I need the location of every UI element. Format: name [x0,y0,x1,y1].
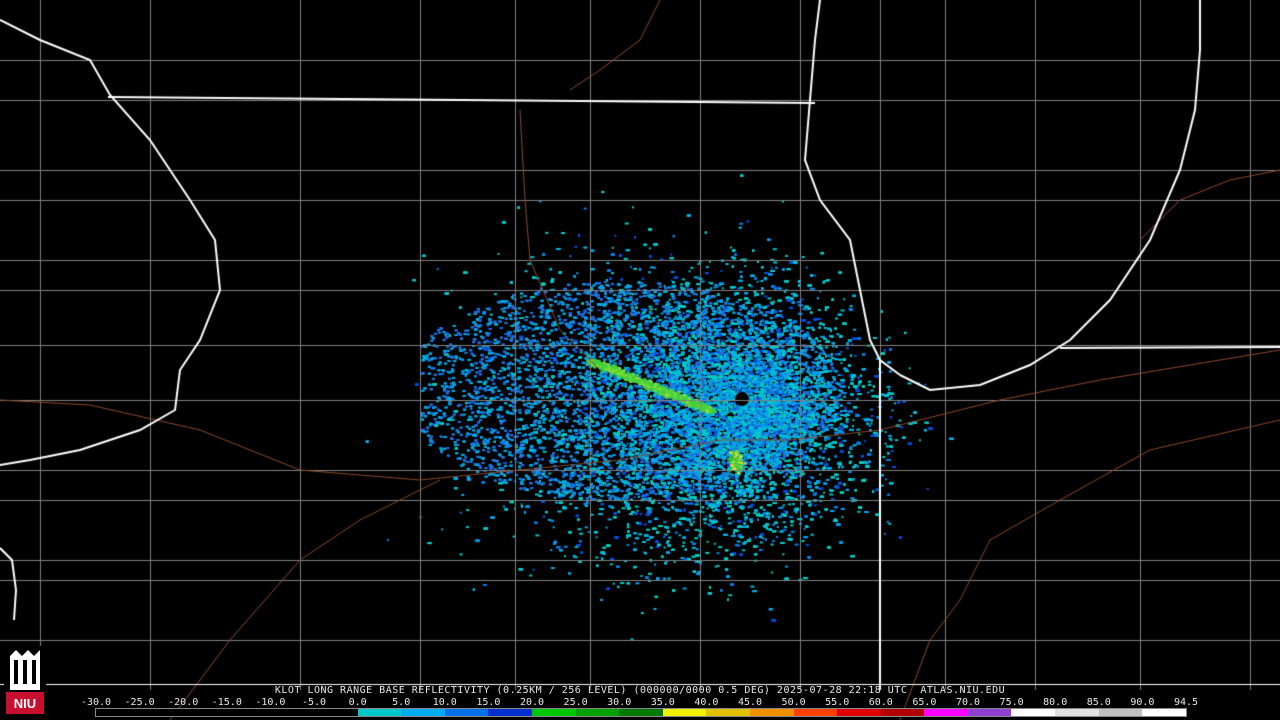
colorbar-cell [531,709,576,716]
colorbar-tick-label: 65.0 [912,697,937,708]
colorbar-tick-label: 70.0 [955,697,981,708]
colorbar-tick-label: -5.0 [301,697,327,708]
colorbar-tick-label: 75.0 [999,697,1024,708]
product-caption: KLOT LONG RANGE BASE REFLECTIVITY (0.25K… [274,685,1006,696]
colorbar-cell [183,709,227,716]
colorbar-cell [706,709,750,716]
colorbar-tick-label: -25.0 [124,697,155,708]
colorbar-cell [270,709,314,716]
colorbar-tick-label: 50.0 [781,697,806,708]
colorbar-cell [924,709,968,716]
colorbar-tick-label: 5.0 [392,697,411,708]
colorbar-cell [401,709,445,716]
colorbar-tick-label: 80.0 [1043,697,1068,708]
colorbar-cell [880,709,925,716]
colorbar-tick-label: 10.0 [432,697,457,708]
colorbar-cell [1142,709,1186,716]
colorbar-cell [749,709,794,716]
colorbar-tick-label: 30.0 [607,697,632,708]
colorbar-tick-label: 0.0 [348,697,367,708]
colorbar-tick-label: 35.0 [650,697,675,708]
colorbar-tick-label: 25.0 [563,697,588,708]
colorbar-tick-label: 20.0 [519,697,545,708]
niu-logo-icon: NIU [4,646,46,716]
colorbar-tick-label: 55.0 [825,697,850,708]
colorbar-cell [793,709,838,716]
colorbar-cell [662,709,707,716]
colorbar-tick-label: 94.5 [1173,697,1199,708]
colorbar-cell [444,709,489,716]
logo-text: NIU [14,696,36,711]
colorbar-cell [619,709,663,716]
colorbar-tick-label: 90.0 [1130,697,1155,708]
colorbar-cell [1098,709,1143,716]
colorbar-cell [357,709,402,716]
colorbar-cell [313,709,358,716]
colorbar-cell [226,709,271,716]
colorbar-cell [1055,709,1099,716]
colorbar-cell [96,709,140,716]
colorbar-tick-label: 15.0 [476,697,501,708]
colorbar-tick-label: -30.0 [80,697,112,708]
colorbar-cell [967,709,1012,716]
colorbar-tick-label: -20.0 [168,697,199,708]
colorbar-tick-label: 40.0 [694,697,719,708]
colorbar-tick-label: 85.0 [1086,697,1111,708]
colorbar-tick-label: -10.0 [255,697,286,708]
colorbar-cell [837,709,881,716]
colorbar-cell [575,709,620,716]
colorbar-cell [139,709,184,716]
reflectivity-colorbar [95,708,1187,717]
colorbar-cell [1011,709,1056,716]
colorbar-tick-label: -15.0 [211,697,242,708]
colorbar-tick-label: 60.0 [868,697,893,708]
colorbar-tick-label: 45.0 [737,697,763,708]
colorbar-cell [488,709,532,716]
radar-map-canvas [0,0,1280,720]
colorbar-tick-labels: -30.0 -25.0 -20.0 -15.0 -10.0 -5.0 0.0 5.0 10.0 1… [81,697,1198,709]
